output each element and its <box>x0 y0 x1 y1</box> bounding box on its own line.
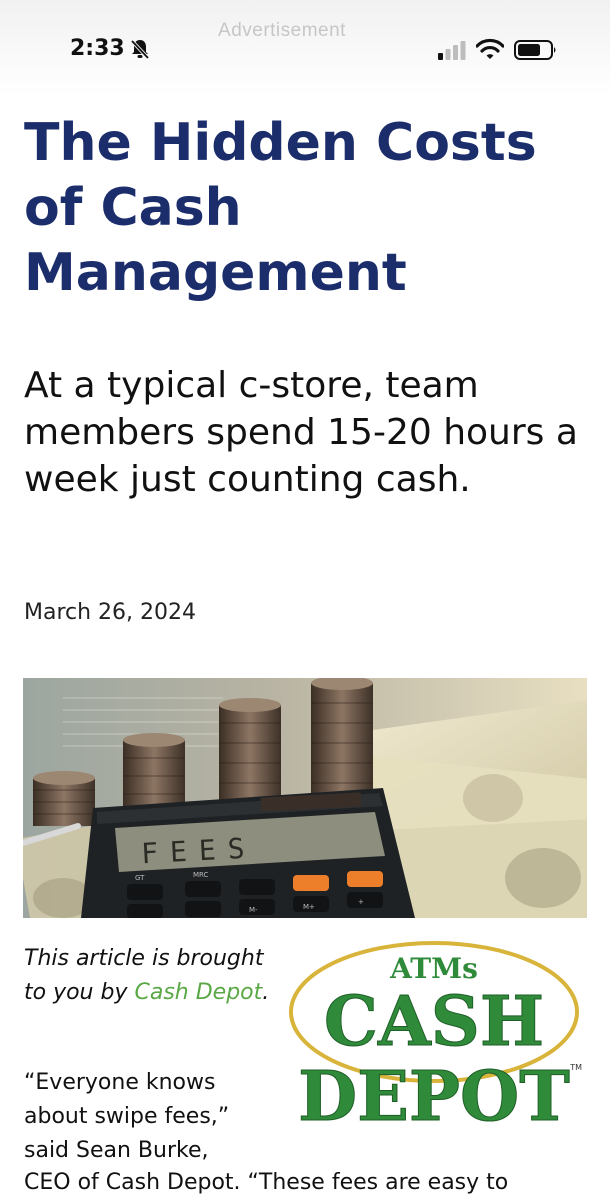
battery-icon <box>514 40 556 60</box>
article-date: March 26, 2024 <box>24 600 197 625</box>
calculator-label: + <box>358 898 364 906</box>
article-body-paragraph-continued: CEO of Cash Depot. “These fees are easy … <box>24 1170 509 1195</box>
article-subheadline: At a typical c-store, team members spend… <box>24 365 578 500</box>
sponsor-link[interactable]: Cash Depot <box>134 980 262 1005</box>
hero-image: FEES GT MRC M- M+ + <box>23 678 587 918</box>
cash-depot-logo[interactable]: ATMs CASH DEPOT TM <box>282 938 592 1148</box>
sponsor-credit: This article is brought to you by Cash D… <box>24 942 274 1010</box>
calculator-label: GT <box>135 874 145 882</box>
logo-cash-text: CASH <box>324 982 544 1062</box>
status-bar: Advertisement 2:33 <box>0 0 610 95</box>
article-body-paragraph: “Everyone knows about swipe fees,” said … <box>24 1070 230 1163</box>
bell-slash-icon <box>130 39 150 60</box>
logo-depot-text: DEPOT <box>298 1057 570 1137</box>
status-time: 2:33 <box>70 36 125 61</box>
logo-atms-text: ATMs <box>389 952 478 985</box>
article-headline: The Hidden Costs of Cash Management <box>24 113 537 303</box>
calculator-display-text: FEES <box>140 831 257 870</box>
logo-trademark: TM <box>569 1063 582 1072</box>
signal-icon <box>438 41 466 60</box>
calculator-label: M+ <box>303 903 315 911</box>
sponsor-suffix: . <box>262 980 270 1005</box>
calculator-label: MRC <box>193 871 209 879</box>
calculator-label: M- <box>249 906 258 914</box>
wifi-icon <box>476 38 504 59</box>
